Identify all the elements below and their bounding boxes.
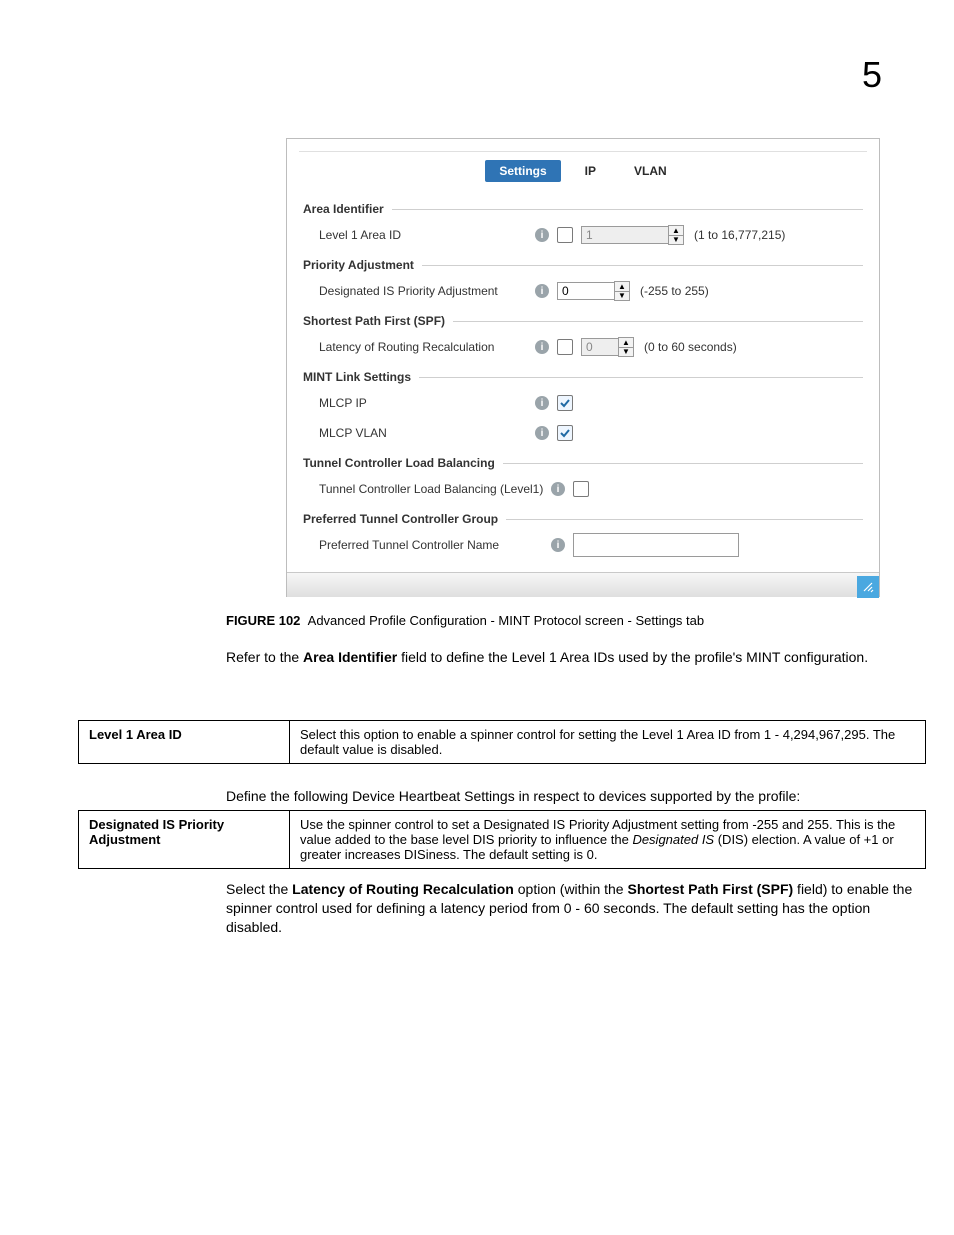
spin-down-icon[interactable]: ▼	[618, 347, 634, 357]
paragraph: Define the following Device Heartbeat Se…	[226, 787, 926, 806]
tab-ip[interactable]: IP	[571, 160, 610, 182]
section-label: Priority Adjustment	[303, 258, 414, 272]
resize-handle-icon[interactable]	[857, 576, 879, 598]
level1-area-id-spinner[interactable]: ▲▼	[581, 225, 684, 245]
table-key: Level 1 Area ID	[79, 721, 290, 764]
label-level1-area-id: Level 1 Area ID	[319, 228, 535, 242]
range-hint: (1 to 16,777,215)	[694, 228, 785, 242]
row-mlcp-vlan: MLCP VLAN i	[319, 420, 863, 446]
table-key: Designated IS Priority Adjustment	[79, 811, 290, 869]
row-level1-area-id: Level 1 Area ID i ▲▼ (1 to 16,777,215)	[319, 222, 863, 248]
row-dis-priority: Designated IS Priority Adjustment i ▲▼ (…	[319, 278, 863, 304]
spin-up-icon[interactable]: ▲	[668, 225, 684, 235]
row-mlcp-ip: MLCP IP i	[319, 390, 863, 416]
mlcp-ip-checkbox[interactable]	[557, 395, 573, 411]
label-mlcp-ip: MLCP IP	[319, 396, 535, 410]
spin-down-icon[interactable]: ▼	[668, 235, 684, 245]
section-tunnel-lb: Tunnel Controller Load Balancing	[303, 456, 863, 470]
enable-latency-recalc-checkbox[interactable]	[557, 339, 573, 355]
latency-recalc-input[interactable]	[581, 338, 619, 356]
dis-priority-input[interactable]	[557, 282, 615, 300]
spin-up-icon[interactable]: ▲	[618, 337, 634, 347]
range-hint: (-255 to 255)	[640, 284, 709, 298]
paragraph: Select the Latency of Routing Recalculat…	[226, 880, 926, 937]
range-hint: (0 to 60 seconds)	[644, 340, 737, 354]
section-label: Area Identifier	[303, 202, 384, 216]
row-tclb-level1: Tunnel Controller Load Balancing (Level1…	[319, 476, 863, 502]
section-label: Shortest Path First (SPF)	[303, 314, 445, 328]
info-icon[interactable]: i	[535, 284, 549, 298]
figure-title: Advanced Profile Configuration - MINT Pr…	[308, 613, 704, 628]
label-pref-tunnel-name: Preferred Tunnel Controller Name	[319, 538, 551, 552]
section-label: Tunnel Controller Load Balancing	[303, 456, 495, 470]
section-priority-adjustment: Priority Adjustment	[303, 258, 863, 272]
dis-priority-spinner[interactable]: ▲▼	[557, 281, 630, 301]
info-icon[interactable]: i	[551, 538, 565, 552]
info-icon[interactable]: i	[535, 340, 549, 354]
label-tclb-level1: Tunnel Controller Load Balancing (Level1…	[319, 482, 551, 496]
tab-bar: Settings IP VLAN	[287, 152, 879, 186]
label-dis-priority: Designated IS Priority Adjustment	[319, 284, 535, 298]
row-latency-recalc: Latency of Routing Recalculation i ▲▼ (0…	[319, 334, 863, 360]
table-dis-priority: Designated IS Priority Adjustment Use th…	[78, 810, 926, 869]
figure-number: FIGURE 102	[226, 613, 300, 628]
tab-vlan[interactable]: VLAN	[620, 160, 681, 182]
section-pref-tunnel: Preferred Tunnel Controller Group	[303, 512, 863, 526]
spin-up-icon[interactable]: ▲	[614, 281, 630, 291]
info-icon[interactable]: i	[535, 426, 549, 440]
check-icon	[560, 398, 570, 408]
section-label: Preferred Tunnel Controller Group	[303, 512, 498, 526]
level1-area-id-input[interactable]	[581, 226, 669, 244]
section-label: MINT Link Settings	[303, 370, 411, 384]
spin-down-icon[interactable]: ▼	[614, 291, 630, 301]
info-icon[interactable]: i	[535, 228, 549, 242]
mint-settings-panel: Settings IP VLAN Area Identifier Level 1…	[286, 138, 880, 597]
chapter-number: 5	[862, 54, 882, 96]
section-mint-link: MINT Link Settings	[303, 370, 863, 384]
row-pref-tunnel-name: Preferred Tunnel Controller Name i	[319, 532, 863, 558]
tab-settings[interactable]: Settings	[485, 160, 560, 182]
table-value: Select this option to enable a spinner c…	[290, 721, 926, 764]
paragraph: Refer to the Area Identifier field to de…	[226, 648, 926, 667]
info-icon[interactable]: i	[551, 482, 565, 496]
section-spf: Shortest Path First (SPF)	[303, 314, 863, 328]
section-area-identifier: Area Identifier	[303, 202, 863, 216]
check-icon	[560, 428, 570, 438]
enable-level1-area-id-checkbox[interactable]	[557, 227, 573, 243]
table-level1-area-id: Level 1 Area ID Select this option to en…	[78, 720, 926, 764]
figure-caption: FIGURE 102 Advanced Profile Configuratio…	[226, 613, 704, 628]
label-latency-recalc: Latency of Routing Recalculation	[319, 340, 535, 354]
tclb-level1-checkbox[interactable]	[573, 481, 589, 497]
info-icon[interactable]: i	[535, 396, 549, 410]
mlcp-vlan-checkbox[interactable]	[557, 425, 573, 441]
label-mlcp-vlan: MLCP VLAN	[319, 426, 535, 440]
latency-recalc-spinner[interactable]: ▲▼	[581, 337, 634, 357]
pref-tunnel-name-input[interactable]	[573, 533, 739, 557]
panel-footer	[287, 572, 879, 597]
table-value: Use the spinner control to set a Designa…	[290, 811, 926, 869]
